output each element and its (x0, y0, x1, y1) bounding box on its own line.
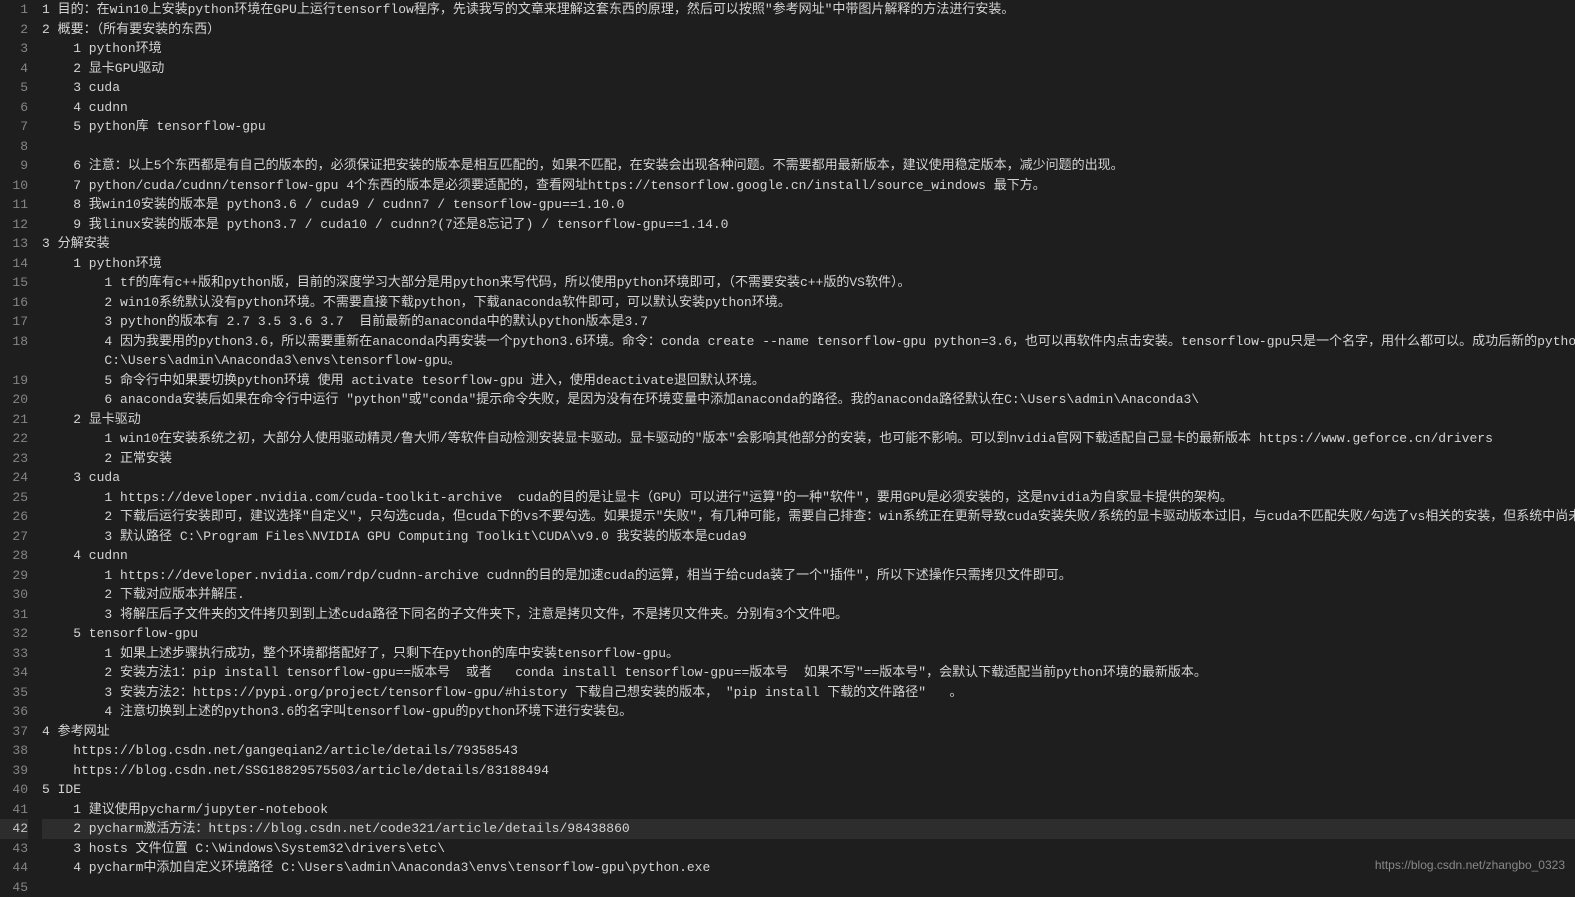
code-line[interactable]: 4 pycharm中添加自定义环境路径 C:\Users\admin\Anaco… (42, 858, 1575, 878)
line-number: 40 (0, 780, 28, 800)
line-number: 26 (0, 507, 28, 527)
code-line[interactable]: 9 我linux安装的版本是 python3.7 / cuda10 / cudn… (42, 215, 1575, 235)
line-number: 14 (0, 254, 28, 274)
line-number: 20 (0, 390, 28, 410)
code-line[interactable] (42, 137, 1575, 157)
code-line[interactable]: 1 https://developer.nvidia.com/cuda-tool… (42, 488, 1575, 508)
line-number: 42 (0, 819, 28, 839)
line-number: 31 (0, 605, 28, 625)
editor-container: 1234567891011121314151617181920212223242… (0, 0, 1575, 878)
code-line[interactable]: 3 cuda (42, 468, 1575, 488)
line-number: 37 (0, 722, 28, 742)
line-number: 18 (0, 332, 28, 352)
code-line[interactable]: 1 win10在安装系统之初，大部分人使用驱动精灵/鲁大师/等软件自动检测安装显… (42, 429, 1575, 449)
code-line[interactable]: 4 注意切换到上述的python3.6的名字叫tensorflow-gpu的py… (42, 702, 1575, 722)
line-number: 5 (0, 78, 28, 98)
code-line[interactable]: 1 https://developer.nvidia.com/rdp/cudnn… (42, 566, 1575, 586)
code-line[interactable]: 8 我win10安装的版本是 python3.6 / cuda9 / cudnn… (42, 195, 1575, 215)
line-number: 38 (0, 741, 28, 761)
line-number: 8 (0, 137, 28, 157)
code-line[interactable]: 5 命令行中如果要切换python环境 使用 activate tesorflo… (42, 371, 1575, 391)
line-number: 39 (0, 761, 28, 781)
line-number: 11 (0, 195, 28, 215)
code-line[interactable]: 1 tf的库有c++版和python版，目前的深度学习大部分是用python来写… (42, 273, 1575, 293)
code-line[interactable]: 4 cudnn (42, 546, 1575, 566)
line-number: 3 (0, 39, 28, 59)
code-line[interactable]: 2 下载后运行安装即可，建议选择"自定义"，只勾选cuda，但cuda下的vs不… (42, 507, 1575, 527)
code-line[interactable]: 3 hosts 文件位置 C:\Windows\System32\drivers… (42, 839, 1575, 859)
code-line[interactable]: 3 python的版本有 2.7 3.5 3.6 3.7 目前最新的anacon… (42, 312, 1575, 332)
line-number: 34 (0, 663, 28, 683)
code-line[interactable]: 3 将解压后子文件夹的文件拷贝到到上述cuda路径下同名的子文件夹下，注意是拷贝… (42, 605, 1575, 625)
code-line[interactable]: 3 分解安装 (42, 234, 1575, 254)
line-number: 12 (0, 215, 28, 235)
code-line[interactable]: 1 如果上述步骤执行成功，整个环境都搭配好了，只剩下在python的库中安装te… (42, 644, 1575, 664)
line-number: 6 (0, 98, 28, 118)
line-number: 33 (0, 644, 28, 664)
line-number: 2 (0, 20, 28, 40)
code-line[interactable]: 6 anaconda安装后如果在命令行中运行 "python"或"conda"提… (42, 390, 1575, 410)
code-line[interactable]: https://blog.csdn.net/gangeqian2/article… (42, 741, 1575, 761)
code-line[interactable]: 5 tensorflow-gpu (42, 624, 1575, 644)
line-number: 9 (0, 156, 28, 176)
code-line[interactable]: 2 概要：（所有要安装的东西） (42, 20, 1575, 40)
line-number: 27 (0, 527, 28, 547)
line-number: 32 (0, 624, 28, 644)
line-number: 22 (0, 429, 28, 449)
code-line[interactable]: 5 IDE (42, 780, 1575, 800)
line-number: 1 (0, 0, 28, 20)
line-number: 44 (0, 858, 28, 878)
code-line[interactable]: 2 显卡GPU驱动 (42, 59, 1575, 79)
code-line[interactable]: https://blog.csdn.net/SSG18829575503/art… (42, 761, 1575, 781)
code-line[interactable]: 1 python环境 (42, 254, 1575, 274)
line-number: 21 (0, 410, 28, 430)
line-number: 29 (0, 566, 28, 586)
code-line[interactable]: 3 cuda (42, 78, 1575, 98)
line-number: 45 (0, 878, 28, 897)
line-number: 23 (0, 449, 28, 469)
code-line[interactable]: 5 python库 tensorflow-gpu (42, 117, 1575, 137)
line-number: 36 (0, 702, 28, 722)
line-number-gutter[interactable]: 1234567891011121314151617181920212223242… (0, 0, 38, 878)
line-number: 43 (0, 839, 28, 859)
code-line[interactable]: 2 下载对应版本并解压. (42, 585, 1575, 605)
line-number: 7 (0, 117, 28, 137)
code-line[interactable]: 3 安装方法2：https://pypi.org/project/tensorf… (42, 683, 1575, 703)
line-number: 17 (0, 312, 28, 332)
code-line[interactable]: 1 目的：在win10上安装python环境在GPU上运行tensorflow程… (42, 0, 1575, 20)
code-line[interactable]: 2 win10系统默认没有python环境。不需要直接下载python，下载an… (42, 293, 1575, 313)
code-line[interactable]: 6 注意：以上5个东西都是有自己的版本的，必须保证把安装的版本是相互匹配的，如果… (42, 156, 1575, 176)
code-line[interactable]: 3 默认路径 C:\Program Files\NVIDIA GPU Compu… (42, 527, 1575, 547)
line-number: 4 (0, 59, 28, 79)
code-line[interactable]: C:\Users\admin\Anaconda3\envs\tensorflow… (42, 351, 1575, 371)
line-number (0, 351, 28, 371)
watermark: https://blog.csdn.net/zhangbo_0323 (1375, 856, 1565, 874)
code-line[interactable]: 1 建议使用pycharm/jupyter-notebook (42, 800, 1575, 820)
line-number: 35 (0, 683, 28, 703)
code-area[interactable]: 1 目的：在win10上安装python环境在GPU上运行tensorflow程… (38, 0, 1575, 878)
code-line[interactable]: 2 正常安装 (42, 449, 1575, 469)
line-number: 19 (0, 371, 28, 391)
code-line[interactable]: 4 因为我要用的python3.6，所以需要重新在anaconda内再安装一个p… (42, 332, 1575, 352)
line-number: 16 (0, 293, 28, 313)
line-number: 25 (0, 488, 28, 508)
code-line[interactable]: 2 安装方法1：pip install tensorflow-gpu==版本号 … (42, 663, 1575, 683)
line-number: 24 (0, 468, 28, 488)
line-number: 13 (0, 234, 28, 254)
line-number: 15 (0, 273, 28, 293)
code-line[interactable]: 2 显卡驱动 (42, 410, 1575, 430)
code-line[interactable]: 4 参考网址 (42, 722, 1575, 742)
code-line[interactable]: 2 pycharm激活方法：https://blog.csdn.net/code… (42, 819, 1575, 839)
line-number: 30 (0, 585, 28, 605)
line-number: 41 (0, 800, 28, 820)
line-number: 28 (0, 546, 28, 566)
code-line[interactable]: 1 python环境 (42, 39, 1575, 59)
code-line[interactable]: 4 cudnn (42, 98, 1575, 118)
code-line[interactable]: 7 python/cuda/cudnn/tensorflow-gpu 4个东西的… (42, 176, 1575, 196)
line-number: 10 (0, 176, 28, 196)
